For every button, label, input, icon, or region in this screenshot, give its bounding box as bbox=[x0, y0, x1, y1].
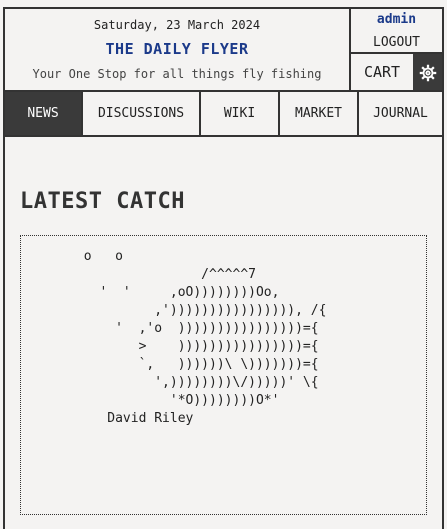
site-title[interactable]: THE DAILY FLYER bbox=[5, 40, 349, 58]
page-frame: Saturday, 23 March 2024 THE DAILY FLYER … bbox=[3, 7, 444, 529]
cart-button[interactable]: CART bbox=[351, 54, 413, 90]
current-date: Saturday, 23 March 2024 bbox=[93, 18, 261, 32]
nav-tab-journal[interactable]: JOURNAL bbox=[359, 92, 442, 135]
site-tagline: Your One Stop for all things fly fishing bbox=[32, 67, 322, 81]
cart-row: CART bbox=[351, 54, 442, 90]
username-link[interactable]: admin bbox=[351, 12, 442, 27]
user-panel: admin LOGOUT bbox=[351, 9, 442, 54]
nav-tab-news[interactable]: NEWS bbox=[5, 92, 83, 135]
ascii-art-fish: o o /^^^^^7 ' ' ,oO))))))))Oo, ,')))))))… bbox=[83, 249, 327, 426]
nav-tab-market[interactable]: MARKET bbox=[280, 92, 359, 135]
nav-tab-discussions[interactable]: DISCUSSIONS bbox=[83, 92, 201, 135]
ascii-art-box: o o /^^^^^7 ' ' ,oO))))))))Oo, ,')))))))… bbox=[20, 235, 427, 515]
gear-icon bbox=[419, 64, 436, 81]
settings-button[interactable] bbox=[413, 54, 442, 90]
logout-button[interactable]: LOGOUT bbox=[351, 35, 442, 50]
masthead: Saturday, 23 March 2024 THE DAILY FLYER … bbox=[5, 9, 351, 90]
main-nav: NEWS DISCUSSIONS WIKI MARKET JOURNAL bbox=[5, 90, 442, 137]
section-title: LATEST CATCH bbox=[20, 189, 185, 214]
nav-tab-wiki[interactable]: WIKI bbox=[201, 92, 280, 135]
header: Saturday, 23 March 2024 THE DAILY FLYER … bbox=[5, 9, 442, 90]
